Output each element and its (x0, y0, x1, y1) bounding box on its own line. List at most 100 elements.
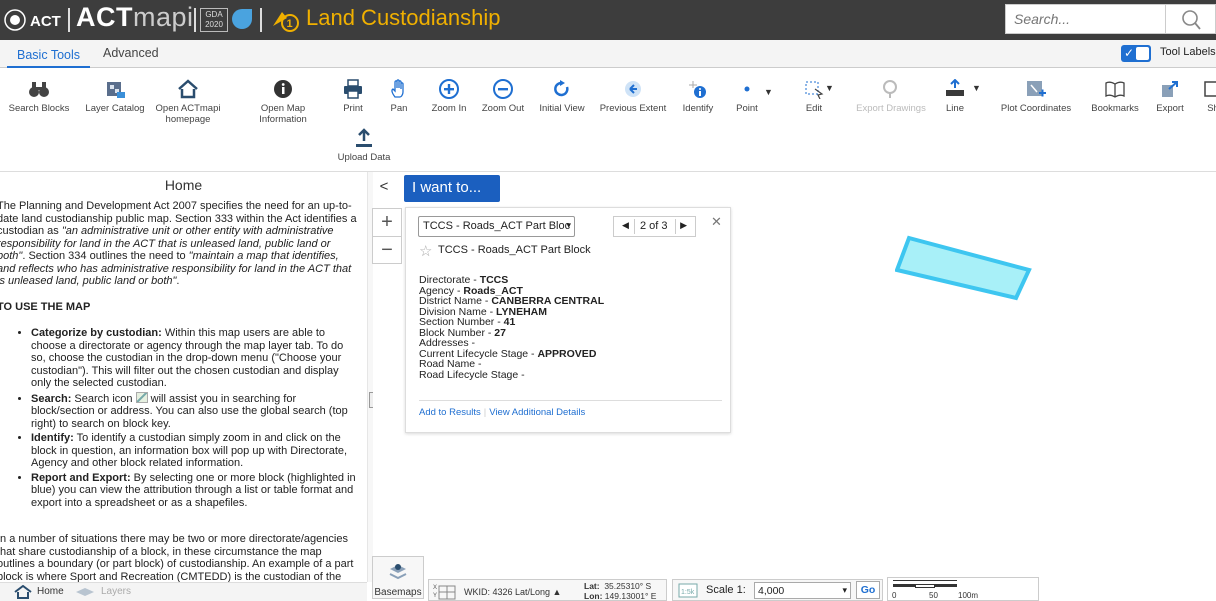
share-tool[interactable]: Sh (1198, 79, 1216, 114)
tool-label: Search Blocks (8, 103, 70, 114)
popup-actions: Add to Results | View Additional Details (419, 400, 722, 418)
global-search-box[interactable] (1005, 4, 1166, 34)
scale-value: 4,000 (758, 585, 785, 597)
tool-label: Layer Catalog (85, 103, 145, 114)
header-divider (194, 8, 196, 32)
previous-extent-tool[interactable]: Previous Extent (597, 79, 669, 114)
upload-icon (356, 128, 372, 147)
bookmarks-tool[interactable]: Bookmarks (1089, 79, 1141, 114)
gda2020-badge: GDA 2020 (200, 8, 228, 32)
coordinate-grid-icon: XY (433, 585, 456, 600)
zoom-in-tool[interactable]: Zoom In (427, 79, 471, 114)
previous-result-icon[interactable]: ◀ (622, 220, 629, 231)
panel-content: The Planning and Development Act 2007 sp… (0, 200, 357, 582)
basemaps-icon (389, 564, 407, 580)
open-map-info-tool[interactable]: Open Map Information (250, 79, 316, 125)
wkid-selector[interactable]: WKID: 4326 Lat/Long ▲ (464, 587, 561, 597)
zoom-out-icon (493, 79, 513, 99)
open-homepage-tool[interactable]: Open ACTmapi homepage (152, 79, 224, 125)
tab-advanced[interactable]: Advanced (103, 46, 159, 60)
initial-view-tool[interactable]: Initial View (536, 79, 588, 114)
instructions-list: Categorize by custodian: Within this map… (31, 327, 357, 509)
star-icon[interactable]: ☆ (419, 242, 432, 260)
search-icon[interactable] (1166, 5, 1216, 35)
edit-select-icon (805, 81, 824, 99)
binoculars-icon (29, 82, 49, 97)
scale-control: 1:5k Scale 1: 4,000 ▾ Go (672, 579, 883, 601)
tool-label: Zoom In (431, 103, 467, 114)
collapse-panel-button[interactable]: < (370, 178, 398, 198)
i-want-to-button[interactable]: I want to... (404, 175, 500, 202)
gda-leaf-icon (232, 9, 252, 29)
feature-attributes: Directorate - TCCS Agency - Roads_ACT Di… (419, 275, 604, 380)
upload-data-tool[interactable]: Upload Data (334, 128, 394, 163)
plot-coordinates-tool[interactable]: Plot Coordinates (997, 79, 1075, 114)
app-window: ACT ACTmapi GDA 2020 1 Land Custodianshi… (0, 0, 1216, 601)
tool-label: Export (1156, 103, 1184, 114)
tool-labels-label: Tool Labels (1160, 46, 1216, 58)
layer-select-dropdown[interactable]: TCCS - Roads_ACT Part Bloc ▾ (418, 216, 575, 237)
tool-label: Upload Data (337, 152, 391, 163)
scalebar-label: 100m (958, 591, 979, 600)
list-item: Report and Export: By selecting one or m… (31, 472, 357, 510)
feature-name: TCCS - Roads_ACT Part Block (438, 244, 591, 256)
chevron-down-icon: ▾ (842, 585, 847, 595)
close-icon[interactable]: ✕ (711, 214, 722, 230)
line-tool[interactable]: Line (938, 79, 972, 114)
layer-catalog-tool[interactable]: Layer Catalog (83, 79, 147, 114)
pan-tool[interactable]: Pan (382, 79, 416, 114)
identify-tool[interactable]: Identify (678, 79, 718, 114)
point-icon (744, 86, 750, 92)
printer-icon (344, 79, 362, 99)
add-to-results-link[interactable]: Add to Results (419, 407, 481, 418)
next-result-icon[interactable]: ▶ (680, 220, 687, 231)
app-title: Land Custodianship (306, 5, 501, 30)
hand-icon (391, 79, 404, 98)
act-government-logo: ACT (4, 9, 61, 31)
layers-icon (76, 588, 94, 596)
basemaps-label: Basemaps (374, 587, 422, 598)
export-drawings-icon (883, 80, 897, 98)
export-icon (1162, 81, 1178, 97)
panel-title: Home (164, 177, 203, 193)
panel-tabs-bar: Home Layers (0, 582, 367, 601)
svg-text:X: X (433, 585, 437, 591)
basemaps-button[interactable]: Basemaps (372, 556, 424, 599)
scale-select[interactable]: 4,000 ▾ (754, 582, 851, 599)
print-tool[interactable]: Print (333, 79, 373, 114)
lat-lon-readout: Lat: 35.25310° S Lon: 149.13001° E (584, 581, 657, 601)
tab-layers[interactable]: Layers (101, 586, 131, 597)
edit-dropdown-caret-icon[interactable]: ▼ (825, 83, 834, 93)
ribbon-tabs: Basic Tools Advanced (0, 40, 1216, 68)
measure-line-icon (946, 79, 964, 96)
header-divider (260, 8, 262, 32)
export-tool[interactable]: Export (1150, 79, 1190, 114)
point-tool[interactable]: Point (732, 79, 762, 114)
point-dropdown-caret-icon[interactable]: ▼ (764, 87, 773, 97)
view-additional-details-link[interactable]: View Additional Details (489, 407, 585, 418)
map-zoom-in-button[interactable]: + (373, 209, 401, 236)
tool-label: Identify (682, 103, 714, 114)
go-button[interactable]: Go (856, 581, 880, 599)
identify-popup: TCCS - Roads_ACT Part Bloc ▾ ◀ 2 of 3 ▶ … (405, 207, 731, 433)
tool-label: Bookmarks (1091, 103, 1139, 114)
search-button[interactable] (1166, 4, 1216, 34)
coordinate-display[interactable]: XY WKID: 4326 Lat/Long ▲ Lat: 35.25310° … (428, 579, 667, 601)
global-search-input[interactable] (1006, 5, 1165, 33)
home-panel: Home The Planning and Development Act 20… (0, 172, 367, 582)
tool-label: Sh (1207, 103, 1216, 114)
checkmark-icon: ✓ (1124, 46, 1135, 60)
selected-block-parcel[interactable] (895, 232, 1035, 304)
plot-coordinates-icon (1027, 81, 1046, 97)
tab-home[interactable]: Home (37, 586, 64, 597)
tab-basic-tools[interactable]: Basic Tools (7, 44, 90, 68)
closing-paragraph: In a number of situations there may be t… (0, 533, 354, 582)
tool-label: Export Drawings (856, 103, 926, 114)
line-dropdown-caret-icon[interactable]: ▼ (972, 83, 981, 93)
logo-light-text: mapi (133, 2, 194, 32)
zoom-out-tool[interactable]: Zoom Out (478, 79, 528, 114)
custodianship-icon: 1 (273, 12, 299, 32)
map-zoom-out-button[interactable]: − (373, 236, 401, 263)
search-blocks-tool[interactable]: Search Blocks (7, 79, 71, 114)
tool-labels-toggle[interactable]: ✓ (1121, 45, 1151, 62)
